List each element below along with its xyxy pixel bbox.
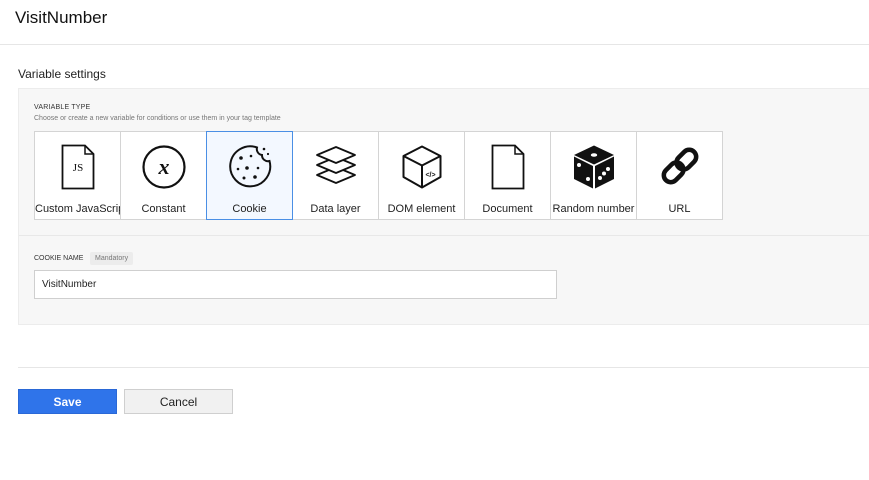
tile-dom-element[interactable]: </> DOM element <box>378 131 465 220</box>
section-label: Variable settings <box>18 67 106 81</box>
tile-label: DOM element <box>387 203 456 215</box>
footer-divider <box>18 367 869 368</box>
cube-code-icon: </> <box>402 145 441 189</box>
header-divider <box>0 44 869 45</box>
tile-random-number[interactable]: Random number <box>550 131 637 220</box>
layers-icon <box>315 146 356 184</box>
tile-custom-javascript[interactable]: JS Custom JavaScript <box>34 131 128 220</box>
tile-label: Random number <box>552 203 635 215</box>
save-button[interactable]: Save <box>18 389 117 414</box>
tile-label: URL <box>668 203 691 215</box>
cookie-icon <box>228 145 271 188</box>
link-icon <box>661 147 698 185</box>
tile-cookie[interactable]: Cookie <box>206 131 293 220</box>
mandatory-badge: Mandatory <box>90 252 134 265</box>
svg-text:JS: JS <box>72 162 82 174</box>
constant-x-icon: x <box>141 145 186 189</box>
variable-type-hint: Choose or create a new variable for cond… <box>34 115 281 122</box>
variable-type-tiles: JS Custom JavaScript x Constant Cookie D… <box>34 131 723 220</box>
js-file-icon: JS <box>61 144 94 190</box>
tile-label: Custom JavaScript <box>35 203 128 215</box>
document-icon <box>491 144 524 190</box>
dice-icon <box>573 145 614 189</box>
cookie-name-label: COOKIE NAME <box>34 255 84 262</box>
tile-url[interactable]: URL <box>636 131 723 220</box>
panel-divider <box>19 235 869 236</box>
svg-text:</>: </> <box>425 172 435 179</box>
tile-label: Data layer <box>310 203 361 215</box>
cookie-name-input[interactable] <box>34 270 557 299</box>
tile-constant[interactable]: x Constant <box>120 131 207 220</box>
tile-data-layer[interactable]: Data layer <box>292 131 379 220</box>
variable-type-label: VARIABLE TYPE <box>34 104 91 111</box>
svg-text:x: x <box>157 154 169 179</box>
tile-document[interactable]: Document <box>464 131 551 220</box>
page-title: VisitNumber <box>15 8 108 27</box>
cancel-button[interactable]: Cancel <box>124 389 233 414</box>
tile-label: Constant <box>141 203 186 215</box>
tile-label: Cookie <box>232 203 267 215</box>
tile-label: Document <box>482 203 533 215</box>
variable-settings-panel: VARIABLE TYPE Choose or create a new var… <box>18 88 869 325</box>
